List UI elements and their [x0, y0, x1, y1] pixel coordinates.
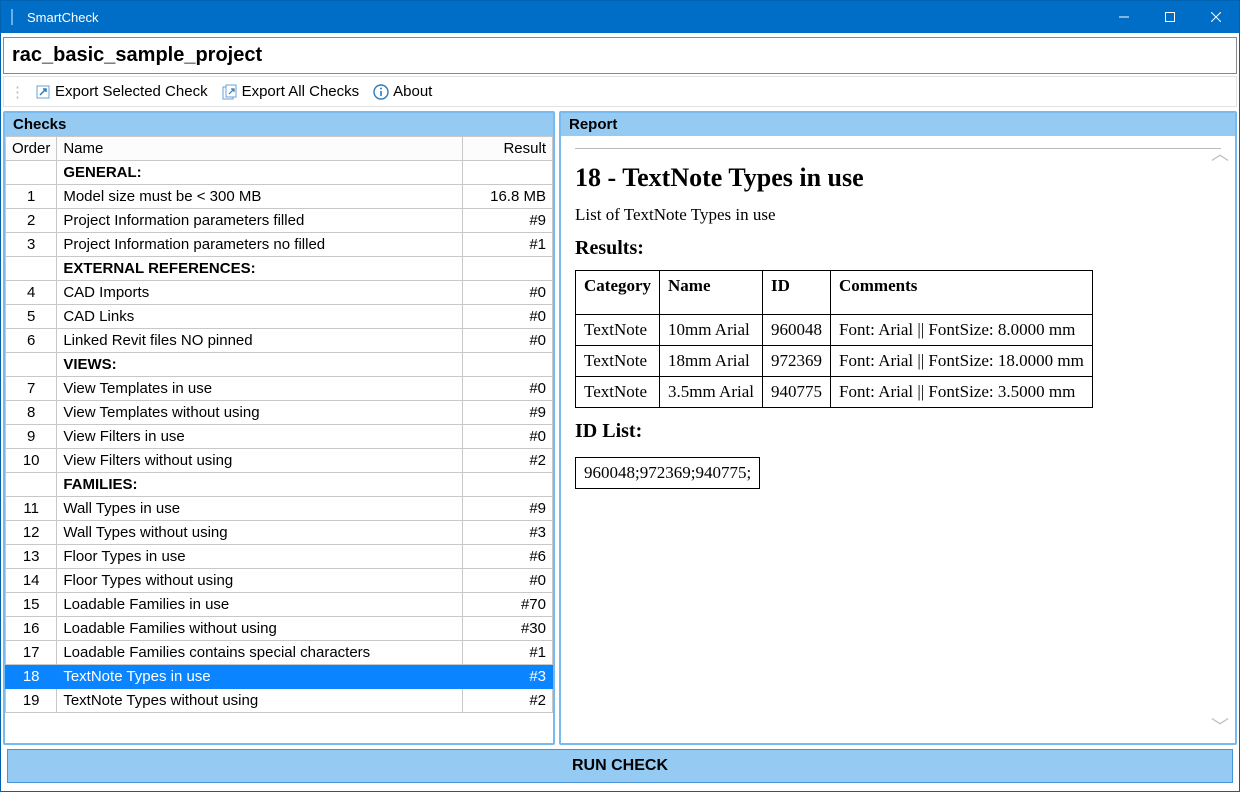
table-row[interactable]: 3Project Information parameters no fille… — [6, 233, 553, 257]
titlebar-icon — [11, 9, 13, 25]
table-row[interactable]: 15Loadable Families in use#70 — [6, 593, 553, 617]
col-comments: Comments — [830, 271, 1092, 315]
table-row[interactable]: 19TextNote Types without using#2 — [6, 689, 553, 713]
table-row[interactable]: 18TextNote Types in use#3 — [6, 665, 553, 689]
table-row[interactable]: 14Floor Types without using#0 — [6, 569, 553, 593]
table-row[interactable]: FAMILIES: — [6, 473, 553, 497]
window-title: SmartCheck — [23, 10, 1101, 25]
results-table: Category Name ID Comments TextNote10mm A… — [575, 270, 1093, 408]
scroll-up-icon[interactable]: ︿ — [1211, 140, 1229, 166]
table-row[interactable]: 6Linked Revit files NO pinned#0 — [6, 329, 553, 353]
header-result[interactable]: Result — [463, 137, 553, 161]
maximize-button[interactable] — [1147, 1, 1193, 33]
table-row[interactable]: 2Project Information parameters filled#9 — [6, 209, 553, 233]
about-label: About — [393, 83, 432, 100]
report-panel: Report ︿ 18 - TextNote Types in use List… — [559, 111, 1237, 745]
export-icon — [35, 84, 51, 100]
scroll-down-icon[interactable]: ﹀ — [1211, 713, 1229, 739]
titlebar[interactable]: SmartCheck — [1, 1, 1239, 33]
col-id: ID — [762, 271, 830, 315]
export-all-label: Export All Checks — [242, 83, 360, 100]
report-body[interactable]: ︿ 18 - TextNote Types in use List of Tex… — [561, 136, 1235, 743]
results-label: Results: — [575, 237, 1221, 260]
table-row[interactable]: 9View Filters in use#0 — [6, 425, 553, 449]
idlist-value: 960048;972369;940775; — [575, 457, 760, 489]
toolbar: ⋮ Export Selected Check Export All Check… — [3, 76, 1237, 107]
table-row[interactable]: 12Wall Types without using#3 — [6, 521, 553, 545]
table-row[interactable]: GENERAL: — [6, 161, 553, 185]
col-category: Category — [576, 271, 660, 315]
table-row[interactable]: VIEWS: — [6, 353, 553, 377]
info-icon — [373, 84, 389, 100]
table-row[interactable]: 4CAD Imports#0 — [6, 281, 553, 305]
table-row[interactable]: 10View Filters without using#2 — [6, 449, 553, 473]
table-row[interactable]: EXTERNAL REFERENCES: — [6, 257, 553, 281]
table-row[interactable]: 1Model size must be < 300 MB16.8 MB — [6, 185, 553, 209]
table-row[interactable]: 7View Templates in use#0 — [6, 377, 553, 401]
header-order[interactable]: Order — [6, 137, 57, 161]
table-row[interactable]: 13Floor Types in use#6 — [6, 545, 553, 569]
report-title: 18 - TextNote Types in use — [575, 163, 1221, 193]
export-selected-button[interactable]: Export Selected Check — [31, 81, 212, 102]
col-name: Name — [660, 271, 763, 315]
export-all-icon — [222, 84, 238, 100]
report-subtitle: List of TextNote Types in use — [575, 205, 1221, 225]
report-panel-title: Report — [561, 113, 1235, 136]
checks-panel: Checks Order Name Result GENERAL:1M — [3, 111, 555, 745]
header-name[interactable]: Name — [57, 137, 463, 161]
table-row[interactable]: 5CAD Links#0 — [6, 305, 553, 329]
about-button[interactable]: About — [369, 81, 436, 102]
results-row: TextNote10mm Arial960048Font: Arial || F… — [576, 315, 1093, 346]
checks-grid-scroll[interactable]: Order Name Result GENERAL:1Model size mu… — [5, 136, 553, 743]
close-button[interactable] — [1193, 1, 1239, 33]
project-name: rac_basic_sample_project — [3, 37, 1237, 74]
run-check-button[interactable]: RUN CHECK — [7, 749, 1233, 783]
export-selected-label: Export Selected Check — [55, 83, 208, 100]
export-all-button[interactable]: Export All Checks — [218, 81, 364, 102]
minimize-button[interactable] — [1101, 1, 1147, 33]
table-row[interactable]: 16Loadable Families without using#30 — [6, 617, 553, 641]
table-row[interactable]: 8View Templates without using#9 — [6, 401, 553, 425]
idlist-label: ID List: — [575, 420, 1221, 443]
checks-grid: Order Name Result GENERAL:1Model size mu… — [5, 136, 553, 713]
results-row: TextNote18mm Arial972369Font: Arial || F… — [576, 346, 1093, 377]
table-row[interactable]: 11Wall Types in use#9 — [6, 497, 553, 521]
results-row: TextNote3.5mm Arial940775Font: Arial || … — [576, 377, 1093, 408]
app-window: SmartCheck rac_basic_sample_project ⋮ Ex… — [0, 0, 1240, 792]
checks-panel-title: Checks — [5, 113, 553, 136]
table-row[interactable]: 17Loadable Families contains special cha… — [6, 641, 553, 665]
